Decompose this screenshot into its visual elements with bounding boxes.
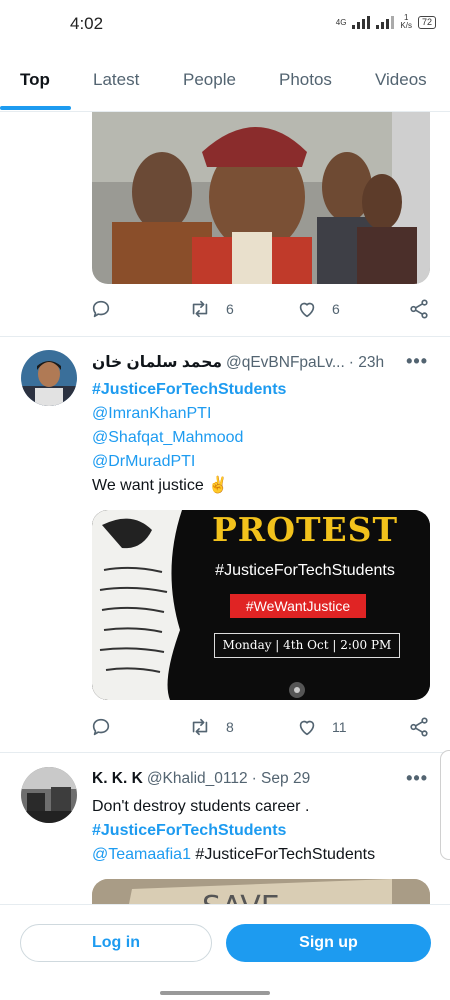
- poster-heading: PROTEST: [211, 510, 399, 549]
- mention-link[interactable]: @ImranKhanPTI: [92, 402, 211, 426]
- reply-button[interactable]: [90, 716, 112, 738]
- tweet-text: We want justice ✌️: [92, 477, 229, 494]
- signup-button[interactable]: Sign up: [226, 924, 431, 962]
- tab-people[interactable]: People: [183, 70, 236, 90]
- tweet-divider: [0, 336, 450, 337]
- reply-button[interactable]: [90, 298, 112, 320]
- tweet-header: K. K. K @Khalid_0112 · Sep 29: [92, 770, 310, 788]
- hashtag-link[interactable]: #JusticeForTechStudents: [92, 378, 286, 402]
- signal-icon: [352, 15, 371, 29]
- tweet-text-line: @Teamaafia1 #JusticeForTechStudents: [92, 843, 375, 867]
- author-handle[interactable]: @qEvBNFpaLv...: [226, 354, 345, 372]
- retweet-button[interactable]: 6: [188, 298, 234, 320]
- share-icon: [410, 299, 428, 319]
- tweet-text: Don't destroy students career .: [92, 798, 310, 815]
- search-tabs: Top Latest People Photos Videos: [0, 54, 450, 112]
- retweet-count: 6: [226, 301, 234, 317]
- tweet-divider: [0, 752, 450, 753]
- home-indicator: [160, 991, 270, 995]
- tweet-actions: 8 11: [90, 716, 432, 740]
- tweet-media-poster[interactable]: PROTEST #JusticeForTechStudents #WeWantJ…: [92, 510, 430, 700]
- retweet-icon: [192, 300, 208, 318]
- avatar[interactable]: [21, 767, 77, 823]
- tweet-actions: 6 6: [90, 298, 432, 322]
- author-name[interactable]: محمد سلمان خان: [92, 353, 222, 372]
- hashtag-link[interactable]: #JusticeForTechStudents: [92, 819, 286, 843]
- tab-photos[interactable]: Photos: [279, 70, 332, 90]
- tab-top[interactable]: Top: [20, 70, 50, 90]
- share-button[interactable]: [408, 716, 430, 738]
- poster-date: Monday | 4th Oct | 2:00 PM: [214, 633, 400, 658]
- more-options-icon[interactable]: •••: [406, 351, 428, 372]
- more-options-icon[interactable]: •••: [406, 768, 428, 789]
- tweet-time: · 23h: [348, 353, 385, 371]
- reply-icon: [92, 718, 110, 736]
- mention-link[interactable]: @DrMuradPTI: [92, 450, 195, 474]
- net-speed: 1 K/s: [400, 13, 412, 30]
- retweet-count: 8: [226, 719, 234, 735]
- author-name[interactable]: K. K. K: [92, 770, 143, 788]
- heart-icon: [299, 720, 315, 736]
- signal-icon-2: [376, 15, 395, 29]
- status-time: 4:02: [70, 14, 104, 33]
- mention-link[interactable]: @Teamaafia1: [92, 846, 191, 863]
- heart-icon: [299, 302, 315, 318]
- battery-icon: 72: [417, 15, 436, 29]
- active-tab-indicator: [0, 106, 71, 110]
- reply-icon: [92, 300, 110, 318]
- mention-link[interactable]: @Shafqat_Mahmood: [92, 426, 243, 450]
- tab-videos[interactable]: Videos: [375, 70, 427, 90]
- avatar[interactable]: [21, 350, 77, 406]
- retweet-button[interactable]: 8: [188, 716, 234, 738]
- author-handle[interactable]: @Khalid_0112: [147, 770, 248, 788]
- tweet-header: محمد سلمان خان @qEvBNFpaLv... · 23h: [92, 353, 384, 372]
- share-icon: [410, 717, 428, 737]
- status-bar: 4:02 4G 1 K/s 72: [0, 0, 450, 50]
- tweet-media-photo[interactable]: [92, 112, 430, 284]
- status-icons: 4G 1 K/s 72: [336, 14, 436, 30]
- share-button[interactable]: [408, 298, 430, 320]
- like-button[interactable]: 6: [296, 298, 340, 320]
- retweet-icon: [192, 718, 208, 736]
- poster-hashtag: #JusticeForTechStudents: [215, 562, 395, 579]
- tab-latest[interactable]: Latest: [93, 70, 139, 90]
- poster-badge: #WeWantJustice: [230, 594, 366, 618]
- hashtag-text: #JusticeForTechStudents: [190, 846, 376, 863]
- tweet-time: · Sep 29: [251, 770, 311, 787]
- like-count: 6: [332, 301, 340, 317]
- scroll-handle[interactable]: [440, 750, 450, 860]
- network-type: 4G: [335, 17, 347, 27]
- login-button[interactable]: Log in: [20, 924, 212, 962]
- like-count: 11: [332, 719, 347, 735]
- auth-bar: Log in Sign up: [0, 904, 450, 1000]
- like-button[interactable]: 11: [296, 716, 347, 738]
- crowd-photo: [92, 112, 430, 284]
